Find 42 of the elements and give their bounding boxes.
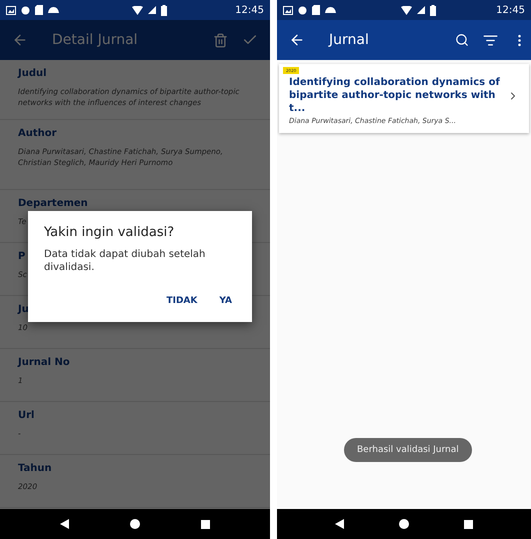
home-icon[interactable] xyxy=(130,519,140,529)
signal-icon xyxy=(417,6,426,14)
status-time: 12:45 xyxy=(496,4,525,16)
battery-icon xyxy=(430,4,436,16)
filter-icon[interactable] xyxy=(483,32,498,48)
field-label: P xyxy=(18,250,26,262)
back-icon[interactable] xyxy=(334,519,344,529)
field-label: Ju xyxy=(18,304,29,315)
field-label: Tahun xyxy=(18,462,52,474)
dialog-message: Data tidak dapat diubah setelah divalidasi. xyxy=(44,248,206,274)
field-label: Judul xyxy=(18,68,47,79)
delete-icon[interactable] xyxy=(213,32,228,48)
cloud-icon xyxy=(48,7,59,13)
toast-message: Berhasil validasi Jurnal xyxy=(344,438,472,462)
recents-icon[interactable] xyxy=(200,520,210,528)
sd-card-icon xyxy=(312,5,320,15)
cloud-icon xyxy=(325,7,336,13)
field-label: Departemen xyxy=(18,198,88,209)
field-label: Author xyxy=(18,128,57,139)
journal-title: Identifying collaboration dynamics of bipartite author-topic networks with t... xyxy=(289,76,501,115)
image-icon xyxy=(6,6,16,14)
circle-icon xyxy=(298,6,307,14)
recents-icon[interactable] xyxy=(464,520,474,528)
field-label: Url xyxy=(18,410,34,421)
back-icon[interactable] xyxy=(60,519,70,529)
wifi-icon xyxy=(132,6,144,14)
back-arrow-icon[interactable] xyxy=(289,32,305,48)
dialog-button[interactable]: TIDAK xyxy=(162,292,202,310)
app-bar-title: Detail Jurnal xyxy=(52,32,139,48)
status-time: 12:45 xyxy=(235,4,264,16)
search-icon[interactable] xyxy=(455,33,469,47)
field-label: Jurnal No xyxy=(18,356,70,368)
signal-icon xyxy=(148,6,156,14)
dialog-button[interactable]: YA xyxy=(215,292,236,310)
sd-card-icon xyxy=(35,5,43,15)
app-bar-title: Jurnal xyxy=(329,32,370,48)
dialog-title: Yakin ingin validasi? xyxy=(44,225,176,240)
home-icon[interactable] xyxy=(398,519,409,529)
wifi-icon xyxy=(401,6,412,14)
battery-icon xyxy=(161,4,168,16)
image-icon xyxy=(283,6,293,14)
circle-icon xyxy=(21,6,30,14)
